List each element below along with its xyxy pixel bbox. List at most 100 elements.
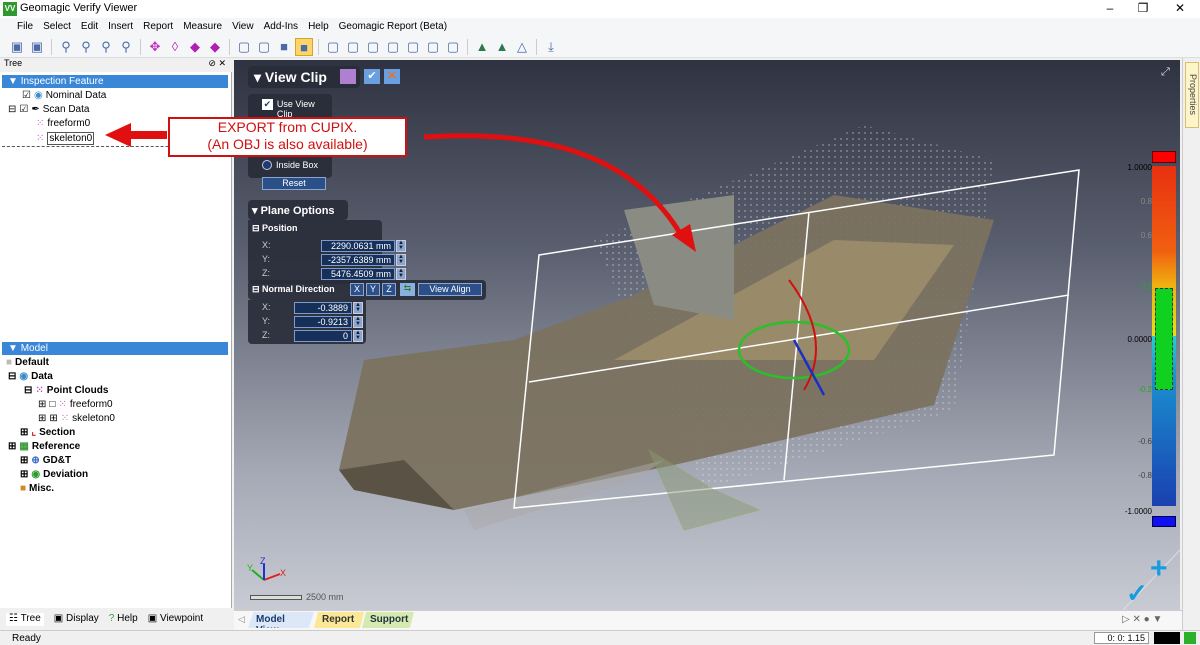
flip-normal-icon[interactable]: ⇆: [400, 283, 415, 296]
measure-icon[interactable]: ⤓: [542, 38, 560, 56]
view-left-icon[interactable]: ▢: [364, 38, 382, 56]
wireframe-icon[interactable]: ▢: [235, 38, 253, 56]
ok-check-icon[interactable]: ✔: [364, 69, 380, 84]
tree-item-nominal-data[interactable]: ☑ ◉ Nominal Data: [22, 90, 106, 101]
clip-options-icon[interactable]: [340, 69, 356, 84]
checkbox-icon[interactable]: ✔: [262, 99, 273, 110]
model-item-section[interactable]: ⊞ ⌞ Section: [20, 427, 75, 438]
menu-help[interactable]: Help: [303, 18, 334, 36]
position-y-input[interactable]: -2357.6389 mm: [321, 254, 395, 266]
zoom-in-icon[interactable]: ⚲: [117, 38, 135, 56]
expand-icon[interactable]: ⊞: [20, 469, 28, 480]
tab-display[interactable]: ▣ Display: [54, 613, 99, 626]
model-item-data[interactable]: ⊟ ◉ Data: [8, 371, 53, 382]
normal-y-spinner[interactable]: ▲ ▼: [353, 316, 363, 328]
view-all-icon[interactable]: ▣: [28, 38, 46, 56]
accept-check-icon[interactable]: ✓: [1126, 578, 1148, 609]
tree-item-skeleton0[interactable]: ⁙ skeleton0: [36, 132, 95, 145]
reset-button[interactable]: Reset: [262, 177, 326, 190]
collapse-icon[interactable]: ⊟: [8, 104, 16, 115]
position-label[interactable]: ⊟ Position: [252, 223, 298, 234]
view-iso-icon[interactable]: ▢: [444, 38, 462, 56]
normal-x-input[interactable]: -0.3889: [294, 302, 352, 314]
tab-tree[interactable]: ☷ Tree: [6, 613, 44, 626]
menu-insert[interactable]: Insert: [103, 18, 138, 36]
view-back-icon[interactable]: ▢: [344, 38, 362, 56]
triangle-icon[interactable]: △: [513, 38, 531, 56]
tree-item-scan-data[interactable]: ⊟ ☑ ✒ Scan Data: [8, 104, 89, 115]
add-icon[interactable]: +: [1150, 552, 1168, 586]
position-z-input[interactable]: 5476.4509 mm: [321, 268, 395, 280]
inspection-feature-header[interactable]: ▼ Inspection Feature: [2, 75, 228, 88]
expand-icon[interactable]: ⊞: [20, 455, 28, 466]
view-top-icon[interactable]: ▢: [404, 38, 422, 56]
normal-z-input[interactable]: 0: [294, 330, 352, 342]
model-item-point-clouds[interactable]: ⊟ ⁙ Point Clouds: [24, 385, 108, 396]
tolerance-lower-label[interactable]: -0.2: [1114, 385, 1152, 394]
expand-icon[interactable]: ⊞: [38, 413, 46, 424]
pin-close-icons[interactable]: ⊘ ✕: [208, 58, 226, 69]
model-item-default[interactable]: ■ Default: [6, 357, 49, 368]
shaded-edges-icon[interactable]: ■: [295, 37, 313, 56]
position-x-spinner[interactable]: ▲ ▼: [396, 240, 406, 252]
point-select-icon[interactable]: ✥: [146, 38, 164, 56]
normal-z-spinner[interactable]: ▲ ▼: [353, 330, 363, 342]
model-item-skeleton0[interactable]: ⊞ ⊞ ⁙ skeleton0: [38, 413, 115, 424]
collapse-icon[interactable]: ⊟: [24, 385, 32, 396]
menu-select[interactable]: Select: [38, 18, 76, 36]
visibility-icon[interactable]: □: [49, 399, 55, 410]
align-best-fit-icon[interactable]: ▲: [493, 38, 511, 56]
normal-y-input[interactable]: -0.9213: [294, 316, 352, 328]
maximize-button[interactable]: ❐: [1128, 1, 1158, 15]
view-bottom-icon[interactable]: ▢: [424, 38, 442, 56]
tab-viewpoint[interactable]: ▣ Viewpoint: [148, 613, 203, 626]
rotate-center-icon[interactable]: ◊: [166, 38, 184, 56]
radio-icon[interactable]: [262, 160, 272, 170]
normal-x-button[interactable]: X: [350, 283, 364, 296]
model-header[interactable]: ▼ Model: [2, 342, 228, 355]
view-align-button[interactable]: View Align: [418, 283, 482, 296]
expand-icon[interactable]: ⊞: [8, 441, 16, 452]
model-item-gdt[interactable]: ⊞ ⊕ GD&T: [20, 455, 71, 466]
menu-file[interactable]: File: [12, 18, 38, 36]
inside-box-radio[interactable]: Inside Box: [262, 160, 318, 170]
checkbox-icon[interactable]: ☑: [19, 104, 28, 115]
model-item-freeform0[interactable]: ⊞ □ ⁙ freeform0: [38, 399, 113, 410]
tab-model-view[interactable]: Model View: [248, 612, 314, 628]
model-item-reference[interactable]: ⊞ ▦ Reference: [8, 441, 80, 452]
normal-direction-label[interactable]: ⊟ Normal Direction: [252, 284, 335, 295]
visibility-icon[interactable]: ⊞: [49, 413, 57, 424]
diamond-icon[interactable]: ◆: [206, 38, 224, 56]
normal-y-button[interactable]: Y: [366, 283, 380, 296]
tab-help[interactable]: ? Help: [109, 613, 138, 626]
use-view-clip-checkbox[interactable]: ✔ Use View Clip: [262, 99, 332, 119]
hidden-line-icon[interactable]: ▢: [255, 38, 273, 56]
menu-measure[interactable]: Measure: [178, 18, 227, 36]
zoom-window-icon[interactable]: ⚲: [97, 38, 115, 56]
zoom-fit-icon[interactable]: ⚲: [57, 38, 75, 56]
normal-z-button[interactable]: Z: [382, 283, 396, 296]
position-y-spinner[interactable]: ▲ ▼: [396, 254, 406, 266]
menu-report[interactable]: Report: [138, 18, 178, 36]
tree-item-freeform0[interactable]: ⁙ freeform0: [36, 118, 90, 129]
normal-x-spinner[interactable]: ▲ ▼: [353, 302, 363, 314]
menu-geomagic-report[interactable]: Geomagic Report (Beta): [334, 18, 452, 36]
view-icon[interactable]: ▣: [8, 38, 26, 56]
collapse-icon[interactable]: ⊟: [8, 371, 16, 382]
expand-icon[interactable]: ⊞: [20, 427, 28, 438]
shaded-icon[interactable]: ■: [275, 38, 293, 56]
checkbox-icon[interactable]: ☑: [22, 90, 31, 101]
menu-edit[interactable]: Edit: [76, 18, 103, 36]
tolerance-upper-label[interactable]: 0.2: [1114, 282, 1152, 291]
model-item-misc[interactable]: ■ Misc.: [20, 483, 54, 494]
view-right-icon[interactable]: ▢: [384, 38, 402, 56]
menu-add-ins[interactable]: Add-Ins: [259, 18, 303, 36]
view-front-icon[interactable]: ▢: [324, 38, 342, 56]
tab-support[interactable]: Support: [362, 612, 414, 628]
align-icon[interactable]: ▲: [473, 38, 491, 56]
expand-view-icon[interactable]: ⤢: [1161, 66, 1170, 79]
position-z-spinner[interactable]: ▲ ▼: [396, 268, 406, 280]
properties-tab[interactable]: Properties: [1185, 62, 1199, 128]
position-x-input[interactable]: 2290.0631 mm: [321, 240, 395, 252]
tab-controls-icon[interactable]: ▷ ✕ ● ▼: [1122, 614, 1162, 625]
